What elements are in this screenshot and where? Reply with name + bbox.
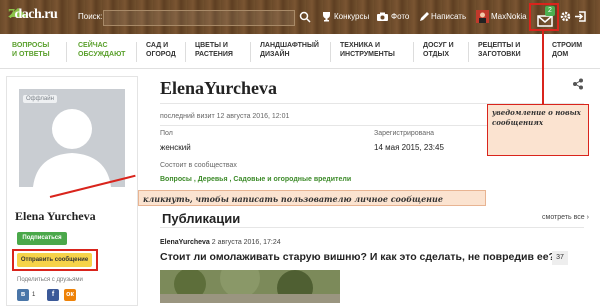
gear-icon[interactable]: [559, 10, 572, 23]
annotation-send-callout: кликнуть, чтобы написать пользователю ли…: [138, 190, 486, 206]
nav-item-recipes[interactable]: Рецепты и заготовки: [478, 41, 521, 59]
share-label: Поделиться с друзьями: [17, 277, 83, 283]
post-image[interactable]: [160, 270, 340, 303]
annotation-arrow-line: [542, 31, 544, 104]
nav-item-questions[interactable]: Вопросы и ответы: [12, 41, 50, 59]
communities-label: Состоит в сообществах: [160, 162, 237, 169]
post-meta: ElenaYurcheva 2 августа 2016, 17:24: [160, 239, 281, 246]
post-author[interactable]: ElenaYurcheva: [160, 239, 210, 246]
nav-item-garden[interactable]: Сад и огород: [146, 41, 176, 59]
avatar: [19, 89, 125, 187]
annotation-button-frame: [12, 249, 98, 271]
vk-share-count: 1: [32, 292, 36, 298]
user-avatar-icon[interactable]: [476, 10, 489, 23]
communities-links[interactable]: Вопросы , Деревья , Садовые и огородные …: [160, 176, 351, 183]
vk-share-button[interactable]: в: [17, 289, 29, 301]
top-bar: 7dach.ru Поиск: Конкурсы Фото Написать M…: [0, 0, 600, 34]
nav-divider: [413, 42, 414, 62]
nav-item-landscape[interactable]: Ландшафтный дизайн: [260, 41, 319, 59]
site-logo[interactable]: 7dach.ru: [8, 7, 58, 23]
annotation-notify-callout: уведомление о новых сообщениях: [487, 104, 589, 156]
status-badge: Оффлайн: [23, 95, 57, 103]
publications-title: Публикации: [162, 211, 241, 226]
nav-divider: [468, 42, 469, 62]
nav-divider: [66, 42, 67, 62]
main-navigation: Вопросы и ответы Сейчас обсуждают Сад и ого…: [0, 36, 600, 69]
divider: [160, 227, 584, 228]
see-all-link[interactable]: смотреть все ›: [542, 214, 589, 221]
share-icon[interactable]: [572, 78, 584, 90]
nav-divider: [250, 42, 251, 62]
nav-item-tools[interactable]: Техника и инструменты: [340, 41, 395, 59]
gender-label: Пол: [160, 130, 173, 137]
comment-count-badge: 37: [552, 251, 568, 265]
logout-icon[interactable]: [574, 10, 587, 23]
search-label: Поиск:: [78, 12, 103, 21]
profile-title: ElenaYurcheva: [160, 78, 278, 98]
nav-item-leisure[interactable]: Досуг и отдых: [423, 41, 454, 59]
registered-value: 14 мая 2015, 23:45: [374, 143, 444, 152]
photo-link[interactable]: Фото: [391, 12, 409, 21]
odnoklassniki-share-button[interactable]: ок: [64, 289, 76, 301]
facebook-share-button[interactable]: f: [47, 289, 59, 301]
search-input[interactable]: [103, 10, 295, 26]
nav-item-flowers[interactable]: Цветы и растения: [195, 41, 233, 59]
pencil-icon[interactable]: [418, 10, 431, 23]
nav-divider: [185, 42, 186, 62]
trophy-icon[interactable]: [320, 10, 333, 23]
gender-value: женский: [160, 143, 191, 152]
username-link[interactable]: MaxNokia: [491, 12, 527, 21]
write-link[interactable]: Написать: [431, 12, 466, 21]
post-date: 2 августа 2016, 17:24: [211, 239, 281, 246]
contests-link[interactable]: Конкурсы: [334, 12, 369, 21]
last-visit: последний визит 12 августа 2016, 12:01: [160, 113, 290, 120]
nav-divider: [330, 42, 331, 62]
registered-label: Зарегистрирована: [374, 130, 434, 137]
camera-icon[interactable]: [376, 10, 389, 23]
annotation-mail-frame: [529, 3, 559, 31]
nav-divider: [136, 42, 137, 62]
post-title[interactable]: Стоит ли омолаживать старую вишню? И как…: [160, 251, 555, 263]
subscribe-button[interactable]: Подписаться: [17, 232, 67, 245]
nav-item-now-discussing[interactable]: Сейчас обсуждают: [78, 41, 125, 59]
nav-item-building[interactable]: Строим дом: [552, 41, 582, 59]
user-name: Elena Yurcheva: [15, 209, 96, 223]
search-icon[interactable]: [298, 10, 312, 24]
